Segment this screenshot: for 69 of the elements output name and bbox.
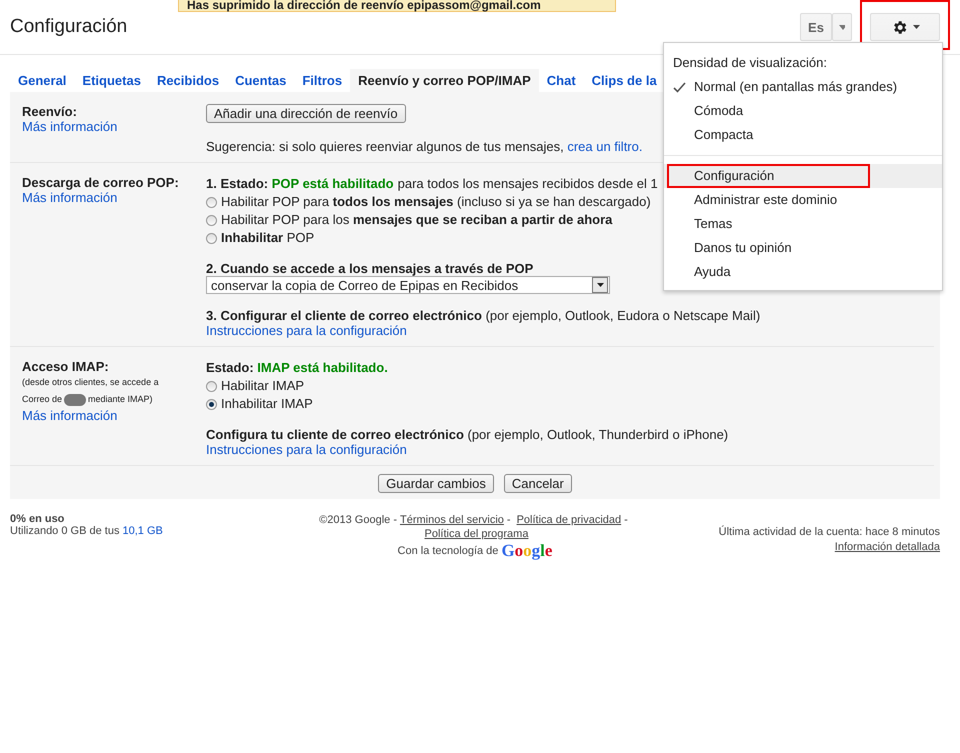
- step-heading: 2. Cuando se accede a los mensajes a través de POP: [206, 261, 534, 276]
- settings-tab[interactable]: Chat: [538, 69, 584, 92]
- section-title: Reenvío:: [22, 104, 78, 119]
- status-text: Estado: IMAP está habilitado.: [206, 359, 388, 377]
- radio-button[interactable]: [206, 196, 217, 208]
- more-info-link[interactable]: Más información: [22, 408, 118, 423]
- storage-usage: 0% en uso: [10, 513, 66, 525]
- language-button[interactable]: Es: [800, 13, 832, 41]
- caret-icon: [596, 283, 604, 287]
- settings-tab[interactable]: General: [10, 69, 74, 92]
- step-text: 3. Configurar el cliente de correo electrónico (por ejemplo, Outlook, Eudora o Netscape Mail): [206, 308, 762, 323]
- footer-link[interactable]: Política de privacidad: [516, 514, 622, 526]
- option-label: Inhabilitar IMAP: [221, 395, 313, 413]
- google-logo: Google: [501, 544, 552, 558]
- note-text: (desde otros clientes, se accede a: [22, 377, 159, 387]
- page-title: Configuración: [10, 16, 128, 38]
- option-label: Habilitar IMAP: [221, 377, 304, 395]
- copyright-text: ©2013 Google -: [319, 514, 397, 526]
- details-link[interactable]: Información detallada: [834, 541, 940, 553]
- footer-link[interactable]: Términos del servicio: [400, 514, 504, 526]
- language-dropdown-button[interactable]: [832, 13, 852, 41]
- notification-banner: Has suprimido la dirección de reenvío epipassom@gmail.com: [178, 0, 616, 12]
- caret-icon: [839, 24, 845, 30]
- separator-text: -: [506, 514, 511, 526]
- footer-link[interactable]: Política del programa: [424, 528, 528, 540]
- density-option[interactable]: Cómoda: [664, 99, 942, 123]
- section-title: Acceso IMAP:: [22, 359, 110, 374]
- radio-button[interactable]: [206, 214, 217, 226]
- radio-button[interactable]: [206, 398, 217, 410]
- add-forward-address-button[interactable]: Añadir una dirección de reenvío: [206, 104, 406, 123]
- option-label: Inhabilitar POP: [221, 229, 314, 247]
- powered-by-text: Con la tecnología de: [398, 544, 498, 558]
- storage-detail: Utilizando 0 GB de tus 10,1 GB: [10, 525, 164, 537]
- redacted-blur: [64, 394, 86, 406]
- setup-instructions-link[interactable]: Instrucciones para la configuración: [206, 442, 407, 457]
- status-text: 1. Estado: POP está habilitado para todos los mensajes recibidos desde el 1: [206, 175, 658, 193]
- settings-tab[interactable]: Filtros: [294, 69, 350, 92]
- action-button[interactable]: Guardar cambios: [378, 474, 494, 493]
- settings-tab[interactable]: Clips de la: [584, 69, 665, 92]
- menu-item[interactable]: Temas: [664, 212, 942, 236]
- density-option[interactable]: Normal (en pantallas más grandes): [664, 75, 942, 99]
- more-info-link[interactable]: Más información: [22, 190, 118, 205]
- caret-icon: [912, 25, 920, 29]
- setup-instructions-link[interactable]: Instrucciones para la configuración: [206, 323, 407, 338]
- separator-text: -: [624, 514, 628, 526]
- pop-action-dropdown[interactable]: conservar la copia de Correo de Epipas en Recibidos: [206, 276, 610, 294]
- note-text: Correo de: [22, 394, 62, 404]
- note-text: mediante IMAP): [88, 394, 153, 404]
- menu-item[interactable]: Administrar este dominio: [664, 188, 942, 212]
- step-text: Configura tu cliente de correo electrónico (por ejemplo, Outlook, Thunderbird o iPhone): [206, 427, 730, 442]
- menu-heading: Densidad de visualización:: [672, 54, 828, 72]
- last-activity-text: Última actividad de la cuenta: hace 8 minutos: [718, 525, 940, 540]
- option-label: Habilitar POP para todos los mensajes (incluso si ya se han descargado): [221, 193, 651, 211]
- radio-button[interactable]: [206, 232, 217, 244]
- density-option[interactable]: Compacta: [664, 123, 942, 147]
- create-filter-link[interactable]: crea un filtro.: [567, 139, 642, 154]
- radio-button[interactable]: [206, 380, 217, 392]
- more-info-link[interactable]: Más información: [22, 119, 118, 134]
- settings-tab[interactable]: Reenvío y correo POP/IMAP: [350, 69, 539, 92]
- settings-tab[interactable]: Cuentas: [227, 69, 294, 92]
- menu-item[interactable]: Ayuda: [664, 260, 942, 284]
- action-button[interactable]: Cancelar: [504, 474, 572, 493]
- settings-tab[interactable]: Etiquetas: [74, 69, 149, 92]
- menu-item[interactable]: Configuración: [664, 164, 942, 188]
- settings-button[interactable]: [870, 13, 940, 41]
- section-title: Descarga de correo POP:: [22, 175, 180, 190]
- option-label: Habilitar POP para los mensajes que se reciban a partir de ahora: [221, 211, 612, 229]
- menu-item[interactable]: Danos tu opinión: [664, 236, 942, 260]
- settings-tab[interactable]: Recibidos: [148, 69, 228, 92]
